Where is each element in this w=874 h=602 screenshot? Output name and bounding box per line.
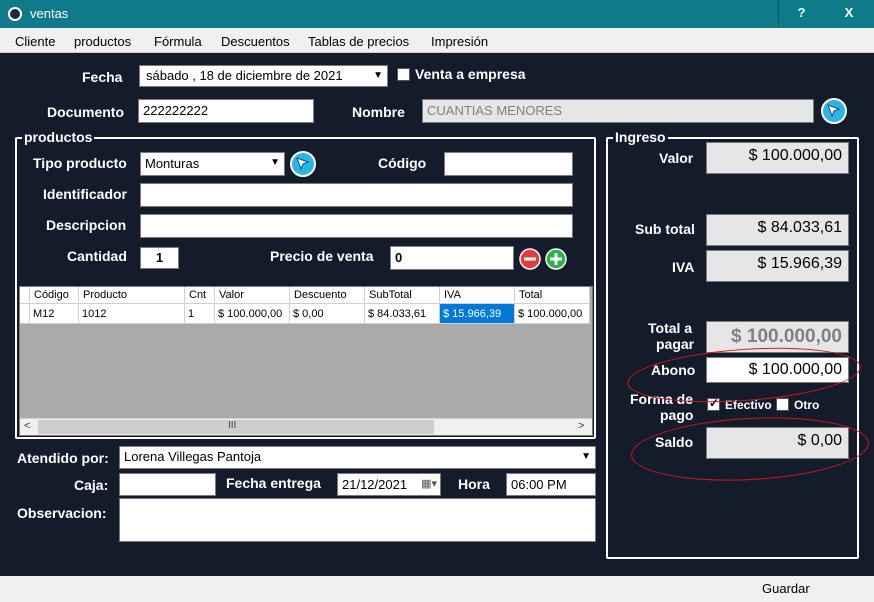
menu-productos[interactable]: productos xyxy=(74,34,131,49)
menu-tablas-precios[interactable]: Tablas de precios xyxy=(308,34,409,49)
otro-checkbox[interactable] xyxy=(776,398,789,411)
forma-pago-label-line2: pago xyxy=(660,407,694,423)
help-button[interactable]: ? xyxy=(778,0,824,28)
table-cell[interactable]: 1012 xyxy=(79,304,185,324)
fecha-picker[interactable]: sábado , 18 de diciembre de 2021 ▼ xyxy=(139,65,388,87)
buscar-producto-button[interactable] xyxy=(290,151,316,177)
cursor-icon xyxy=(827,104,841,118)
otro-label: Otro xyxy=(794,398,820,412)
ingreso-title: Ingreso xyxy=(613,129,668,145)
cursor-icon xyxy=(296,157,310,171)
fecha-label: Fecha xyxy=(82,69,123,85)
tipo-producto-label: Tipo producto xyxy=(33,155,127,171)
horizontal-scrollbar[interactable]: < III > xyxy=(20,418,592,435)
venta-empresa-label: Venta a empresa xyxy=(415,66,526,82)
table-cell[interactable]: $ 100.000,00 xyxy=(515,304,590,324)
chevron-down-icon: ▼ xyxy=(373,70,383,81)
total-label-line2: pagar xyxy=(656,336,695,352)
col-header-producto[interactable]: Producto xyxy=(79,287,185,304)
scroll-thumb[interactable]: III xyxy=(38,420,434,434)
precio-venta-input[interactable]: 0 xyxy=(390,246,514,270)
cantidad-input[interactable]: 1 xyxy=(140,247,179,269)
title-bar: ventas ? X xyxy=(0,0,874,28)
subtotal-field: $ 84.033,61 xyxy=(706,214,849,246)
menu-descuentos[interactable]: Descuentos xyxy=(221,34,290,49)
table-cell-selected[interactable]: $ 15.966,39 xyxy=(440,304,515,324)
fecha-entrega-value: 21/12/2021 xyxy=(342,477,408,492)
iva-field: $ 15.966,39 xyxy=(706,250,849,282)
valor-field: $ 100.000,00 xyxy=(706,142,849,174)
nombre-input[interactable]: CUANTIAS MENORES xyxy=(422,99,814,123)
descripcion-label: Descripcion xyxy=(46,217,127,233)
productos-grid[interactable]: Código Producto Cnt Valor Descuento SubT… xyxy=(19,286,593,436)
identificador-label: Identificador xyxy=(43,186,128,202)
calendar-icon[interactable]: ▦▾ xyxy=(421,477,437,490)
observacion-label: Observacion: xyxy=(17,505,107,521)
guardar-button[interactable]: Guardar xyxy=(762,581,810,596)
hora-input[interactable]: 06:00 PM xyxy=(506,473,596,496)
buscar-cliente-button[interactable] xyxy=(821,98,847,124)
chevron-down-icon: ▼ xyxy=(581,451,591,462)
scroll-grip: III xyxy=(228,420,237,431)
precio-venta-label: Precio de venta xyxy=(270,248,374,264)
menu-formula[interactable]: Fórmula xyxy=(154,34,202,49)
table-cell[interactable]: $ 84.033,61 xyxy=(365,304,440,324)
menu-cliente[interactable]: Cliente xyxy=(15,34,55,49)
atendido-value: Lorena Villegas Pantoja xyxy=(124,449,262,464)
descripcion-input[interactable] xyxy=(140,214,573,238)
menu-bar: Cliente productos Fórmula Descuentos Tab… xyxy=(0,28,874,53)
minus-circle-icon[interactable] xyxy=(518,247,542,271)
col-header-total[interactable]: Total xyxy=(515,287,590,304)
row-selector[interactable] xyxy=(20,304,30,324)
fecha-value: sábado , 18 de diciembre de 2021 xyxy=(146,68,343,83)
col-header-codigo[interactable]: Código xyxy=(30,287,79,304)
caja-input[interactable] xyxy=(119,473,216,496)
nombre-label: Nombre xyxy=(352,104,405,120)
menu-impresion[interactable]: Impresión xyxy=(431,34,488,49)
grid-corner xyxy=(20,287,30,304)
chevron-down-icon: ▼ xyxy=(270,157,280,168)
tipo-producto-select[interactable]: Monturas ▼ xyxy=(140,152,285,176)
atendido-label: Atendido por: xyxy=(17,450,109,466)
identificador-input[interactable] xyxy=(140,183,573,207)
close-button[interactable]: X xyxy=(826,0,872,28)
col-header-cnt[interactable]: Cnt xyxy=(185,287,215,304)
cantidad-label: Cantidad xyxy=(67,248,127,264)
col-header-iva[interactable]: IVA xyxy=(440,287,515,304)
col-header-descuento[interactable]: Descuento xyxy=(290,287,365,304)
status-bar: Guardar xyxy=(0,576,874,602)
documento-label: Documento xyxy=(47,104,124,120)
codigo-label: Código xyxy=(378,155,427,171)
scroll-right-icon[interactable]: > xyxy=(578,420,584,432)
subtotal-label: Sub total xyxy=(635,221,695,237)
hora-label: Hora xyxy=(458,476,490,492)
col-header-valor[interactable]: Valor xyxy=(215,287,290,304)
window-title: ventas xyxy=(30,6,69,21)
fecha-entrega-picker[interactable]: 21/12/2021 ▦▾ xyxy=(337,473,441,496)
plus-circle-icon[interactable] xyxy=(544,247,568,271)
app-icon xyxy=(8,7,22,21)
total-label-line1: Total a xyxy=(648,320,693,336)
col-header-subtotal[interactable]: SubTotal xyxy=(365,287,440,304)
scroll-left-icon[interactable]: < xyxy=(24,420,30,432)
table-cell[interactable]: M12 xyxy=(30,304,79,324)
observacion-textarea[interactable] xyxy=(119,498,596,542)
table-cell[interactable]: 1 xyxy=(185,304,215,324)
fecha-entrega-label: Fecha entrega xyxy=(226,475,321,491)
iva-label: IVA xyxy=(672,259,695,275)
productos-title: productos xyxy=(22,129,95,145)
documento-input[interactable]: 222222222 xyxy=(138,99,314,123)
codigo-input[interactable] xyxy=(444,152,573,176)
table-cell[interactable]: $ 0,00 xyxy=(290,304,365,324)
caja-label: Caja: xyxy=(74,477,109,493)
venta-empresa-checkbox[interactable] xyxy=(397,68,410,81)
tipo-producto-value: Monturas xyxy=(145,156,200,171)
atendido-select[interactable]: Lorena Villegas Pantoja ▼ xyxy=(119,446,596,469)
valor-label: Valor xyxy=(659,150,694,166)
table-cell[interactable]: $ 100.000,00 xyxy=(215,304,290,324)
